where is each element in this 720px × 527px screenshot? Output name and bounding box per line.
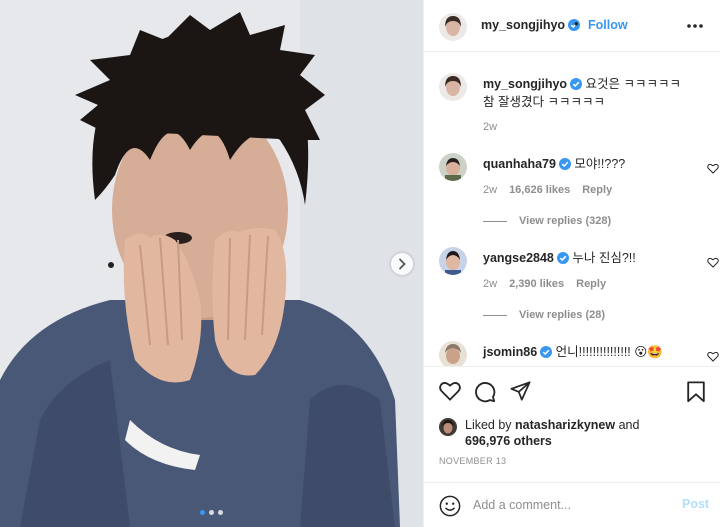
heart-icon[interactable] — [707, 257, 719, 268]
verified-badge-icon — [558, 158, 571, 170]
carousel-indicator — [0, 510, 423, 515]
avatar-image — [439, 247, 467, 275]
comment-time[interactable]: 2w — [483, 184, 497, 196]
follow-button[interactable]: Follow — [588, 18, 628, 32]
caption: my_songjihyo 요것은 ㅋㅋㅋㅋㅋ 참 잘생겼다 ㅋㅋㅋㅋㅋ 2w — [439, 73, 709, 143]
heart-icon[interactable] — [707, 351, 719, 362]
header-separator: • — [574, 16, 579, 31]
reply-button[interactable]: Reply — [582, 184, 612, 196]
view-replies-label: View replies (28) — [519, 309, 606, 321]
view-replies-line — [483, 220, 507, 222]
post-photo[interactable] — [0, 0, 423, 527]
comment-text-block: jsomin86 언니!!!!!!!!!!!!!!! 😮🤩 — [483, 343, 683, 361]
caption-time[interactable]: 2w — [483, 121, 497, 133]
likes-prefix: Liked by — [465, 418, 512, 432]
post-comment-button[interactable]: Post — [682, 497, 709, 511]
comment-icon[interactable] — [474, 381, 496, 403]
heart-icon[interactable] — [707, 163, 719, 174]
avatar[interactable] — [439, 153, 467, 181]
share-icon[interactable] — [510, 381, 531, 401]
view-replies-button[interactable]: View replies (28) — [483, 309, 605, 321]
verified-badge-icon — [570, 78, 583, 90]
avatar-image — [439, 73, 467, 101]
comments-list[interactable]: my_songjihyo 요것은 ㅋㅋㅋㅋㅋ 참 잘생겼다 ㅋㅋㅋㅋㅋ 2w q… — [424, 53, 720, 366]
header-username[interactable]: my_songjihyo — [481, 18, 565, 32]
comment-meta: 2w 2,390 likes Reply — [483, 278, 618, 290]
view-replies-line — [483, 314, 507, 316]
avatar[interactable] — [439, 247, 467, 275]
caption-meta: 2w — [483, 121, 509, 133]
comment-input[interactable] — [473, 495, 663, 515]
comment-item: yangse2848 누나 진심?!! 2w 2,390 likes Reply V… — [439, 247, 719, 327]
view-replies-button[interactable]: View replies (328) — [483, 215, 611, 227]
liked-by-username[interactable]: natasharizkynew — [515, 418, 615, 432]
likes-others[interactable]: 696,976 others — [465, 434, 552, 448]
comment-text: 누나 진심?!! — [572, 251, 636, 265]
post-actions — [424, 366, 720, 406]
more-options-icon[interactable] — [687, 24, 703, 28]
avatar-image — [439, 341, 467, 366]
comment-username[interactable]: quanhaha79 — [483, 157, 556, 171]
heart-icon[interactable] — [439, 381, 461, 401]
avatar-image — [439, 153, 467, 181]
comment-item: jsomin86 언니!!!!!!!!!!!!!!! 😮🤩 — [439, 341, 719, 366]
view-replies-label: View replies (328) — [519, 215, 612, 227]
carousel-dot — [200, 510, 205, 515]
post-side-panel: my_songjihyo • Follow my_songjihyo 요것은 ㅋ… — [423, 0, 720, 527]
reply-button[interactable]: Reply — [576, 278, 606, 290]
comment-text: 언니!!!!!!!!!!!!!!! 😮🤩 — [555, 345, 663, 359]
caption-username[interactable]: my_songjihyo — [483, 77, 567, 91]
emoji-icon[interactable] — [439, 495, 461, 517]
comment-likes[interactable]: 16,626 likes — [509, 184, 570, 196]
comment-item: quanhaha79 모야!!??? 2w 16,626 likes Reply V… — [439, 153, 719, 233]
verified-badge-icon — [540, 346, 553, 358]
comment-text-block: yangse2848 누나 진심?!! — [483, 249, 683, 267]
chevron-right-icon — [398, 258, 406, 270]
comment-username[interactable]: jsomin86 — [483, 345, 537, 359]
comment-meta: 2w 16,626 likes Reply — [483, 184, 624, 196]
carousel-dot — [209, 510, 214, 515]
post-header: my_songjihyo • Follow — [424, 0, 720, 52]
avatar-image — [439, 13, 467, 41]
photo-image — [0, 0, 423, 527]
comment-time[interactable]: 2w — [483, 278, 497, 290]
bookmark-icon[interactable] — [686, 381, 706, 403]
carousel-next-button[interactable] — [391, 253, 413, 275]
caption-text-block: my_songjihyo 요것은 ㅋㅋㅋㅋㅋ 참 잘생겼다 ㅋㅋㅋㅋㅋ — [483, 75, 683, 111]
comment-composer: Post — [424, 482, 720, 527]
post-date[interactable]: NOVEMBER 13 — [439, 456, 506, 466]
avatar-image — [439, 418, 457, 436]
carousel-dot — [218, 510, 223, 515]
likes-and: and — [618, 418, 640, 432]
comment-username[interactable]: yangse2848 — [483, 251, 554, 265]
avatar[interactable] — [439, 341, 467, 366]
avatar[interactable] — [439, 73, 467, 101]
likes-text: Liked by natasharizkynew and 696,976 oth… — [465, 417, 715, 449]
avatar[interactable] — [439, 13, 467, 41]
verified-badge-icon — [556, 252, 569, 264]
comment-likes[interactable]: 2,390 likes — [509, 278, 564, 290]
comment-text: 모야!!??? — [574, 157, 626, 171]
comment-text-block: quanhaha79 모야!!??? — [483, 155, 683, 173]
avatar[interactable] — [439, 418, 457, 436]
header-username-group: my_songjihyo — [481, 18, 581, 32]
